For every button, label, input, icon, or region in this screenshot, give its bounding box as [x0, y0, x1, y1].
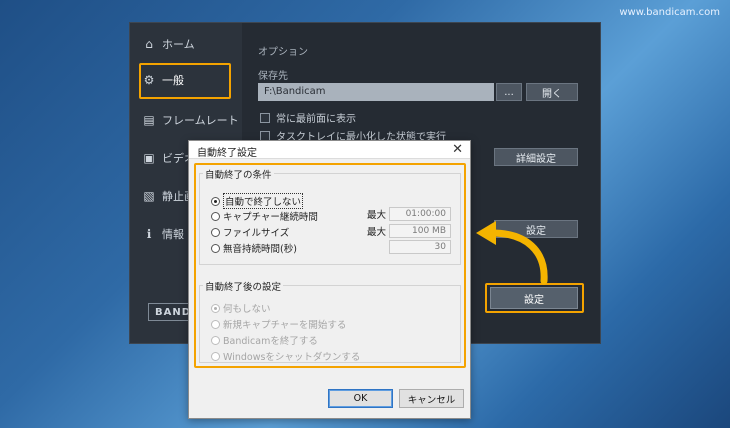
video-icon: ▣	[143, 151, 155, 165]
radio-capture-duration[interactable]: キャプチャー継続時間	[211, 209, 318, 223]
max-filesize-label: 最大	[367, 227, 387, 238]
dialog-title: 自動終了設定	[197, 148, 257, 159]
radio-start-new-capture[interactable]: 新規キャプチャーを開始する	[211, 317, 346, 331]
info-icon: ℹ	[146, 227, 152, 241]
radio-exit-bandicam[interactable]: Bandicamを終了する	[211, 333, 318, 347]
sidebar-item-label: フレームレート	[162, 114, 239, 127]
watermark: www.bandicam.com	[619, 7, 720, 18]
radio-no-auto-complete[interactable]: 自動で終了しない	[211, 193, 304, 209]
duration-field[interactable]: 01:00:00	[389, 207, 451, 221]
auto-complete-dialog: 自動終了設定 ✕ 自動終了の条件 自動で終了しない キャプチャー継続時間 ファイ…	[188, 140, 471, 419]
filesize-field[interactable]: 100 MB	[389, 224, 451, 238]
always-on-top-checkbox[interactable]: 常に最前面に表示	[260, 110, 356, 125]
max-duration-label: 最大	[367, 210, 387, 221]
condition-group-title: 自動終了の条件	[203, 167, 274, 181]
browse-button[interactable]: ...	[496, 83, 522, 101]
options-label: オプション	[258, 47, 308, 58]
radio-silence-duration[interactable]: 無音持続時間(秒)	[211, 241, 297, 255]
dialog-titlebar: 自動終了設定 ✕	[189, 141, 470, 159]
pointer-arrow-icon	[476, 221, 548, 285]
radio-shutdown-windows[interactable]: Windowsをシャットダウンする	[211, 349, 360, 363]
after-group-title: 自動終了後の設定	[203, 279, 284, 293]
silence-field[interactable]: 30	[389, 240, 451, 254]
save-to-label: 保存先	[258, 71, 288, 82]
sidebar-item-label: 情報	[162, 228, 184, 241]
sidebar-item-label: ホーム	[162, 38, 195, 51]
general-highlight-box	[139, 63, 231, 99]
sidebar-item-home[interactable]: ⌂ ホーム	[142, 31, 195, 57]
radio-do-nothing[interactable]: 何もしない	[211, 301, 271, 315]
save-path-input[interactable]: F:\Bandicam	[258, 83, 494, 101]
close-icon[interactable]: ✕	[452, 142, 463, 157]
cancel-button[interactable]: キャンセル	[399, 389, 464, 408]
radio-file-size[interactable]: ファイルサイズ	[211, 225, 289, 239]
open-folder-button[interactable]: 開く	[526, 83, 578, 101]
settings-button[interactable]: 設定	[490, 287, 578, 309]
ok-button[interactable]: OK	[328, 389, 393, 408]
sidebar-item-info[interactable]: ℹ 情報	[142, 221, 184, 247]
image-icon: ▧	[143, 189, 155, 203]
sidebar-item-framerate[interactable]: ▤ フレームレート	[142, 107, 239, 133]
film-icon: ▤	[143, 113, 155, 127]
home-icon: ⌂	[145, 37, 153, 51]
advanced-settings-button[interactable]: 詳細設定	[494, 148, 578, 166]
